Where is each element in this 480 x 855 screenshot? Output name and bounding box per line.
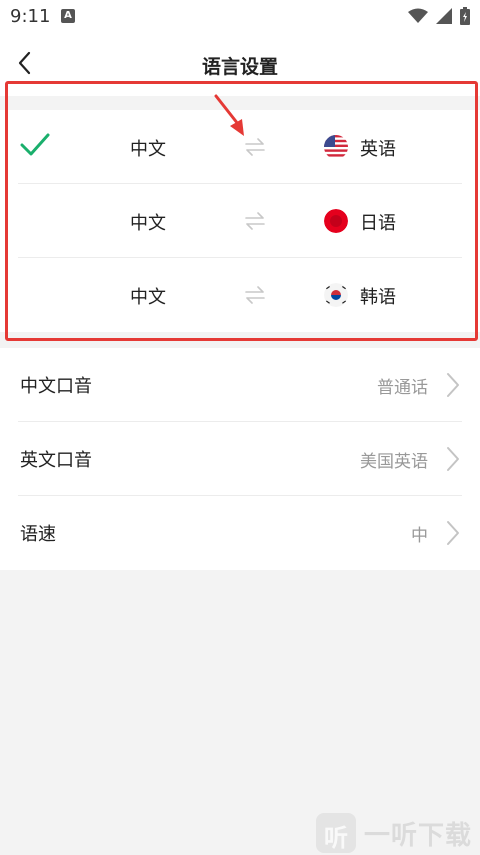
status-icons bbox=[408, 7, 470, 25]
accent-settings: 中文口音 普通话 英文口音 美国英语 语速 中 bbox=[0, 348, 480, 570]
setting-speech-speed[interactable]: 语速 中 bbox=[0, 496, 480, 570]
source-language: 中文 bbox=[130, 287, 166, 308]
checkmark-icon bbox=[20, 133, 50, 156]
swap-arrows-icon bbox=[245, 138, 265, 156]
setting-chinese-accent[interactable]: 中文口音 普通话 bbox=[0, 348, 480, 422]
source-language: 中文 bbox=[130, 139, 166, 160]
setting-value: 美国英语 bbox=[360, 452, 428, 472]
language-pair-japanese[interactable]: 中文 日语 bbox=[0, 184, 480, 258]
setting-label: 中文口音 bbox=[20, 376, 92, 397]
signal-icon bbox=[436, 8, 452, 24]
korea-flag-icon bbox=[324, 283, 348, 307]
notification-a-icon: A bbox=[61, 9, 75, 23]
swap-arrows-icon bbox=[245, 212, 265, 230]
watermark-logo-char: 听 bbox=[323, 824, 348, 852]
language-pair-english[interactable]: 中文 英语 bbox=[0, 110, 480, 184]
target-language: 英语 bbox=[360, 139, 396, 160]
setting-label: 语速 bbox=[20, 524, 56, 545]
language-pair-korean[interactable]: 中文 韩语 bbox=[0, 258, 480, 332]
target-language: 韩语 bbox=[360, 287, 396, 308]
section-gap bbox=[0, 96, 480, 110]
status-bar: 9:11 A bbox=[0, 0, 480, 34]
setting-value: 普通话 bbox=[377, 378, 428, 398]
chevron-right-icon bbox=[447, 373, 459, 397]
chevron-right-icon bbox=[447, 521, 459, 545]
watermark-logo: 听 bbox=[315, 813, 356, 853]
nav-bar: 语言设置 bbox=[0, 34, 480, 96]
battery-icon bbox=[460, 7, 470, 25]
setting-english-accent[interactable]: 英文口音 美国英语 bbox=[0, 422, 480, 496]
target-language: 日语 bbox=[360, 213, 396, 234]
status-time: 9:11 bbox=[10, 6, 51, 27]
watermark: 听 一听下载 bbox=[315, 813, 472, 853]
language-pair-list: 中文 英语 中文 日语 中文 韩语 bbox=[0, 110, 480, 332]
chevron-right-icon bbox=[447, 447, 459, 471]
setting-value: 中 bbox=[411, 526, 428, 546]
source-language: 中文 bbox=[130, 213, 166, 234]
watermark-text: 一听下载 bbox=[363, 820, 472, 851]
us-flag-icon bbox=[324, 135, 348, 159]
page-title: 语言设置 bbox=[201, 56, 278, 78]
swap-arrows-icon bbox=[245, 286, 265, 304]
setting-label: 英文口音 bbox=[20, 450, 92, 471]
japan-flag-icon bbox=[324, 209, 348, 233]
wifi-icon bbox=[408, 8, 428, 23]
